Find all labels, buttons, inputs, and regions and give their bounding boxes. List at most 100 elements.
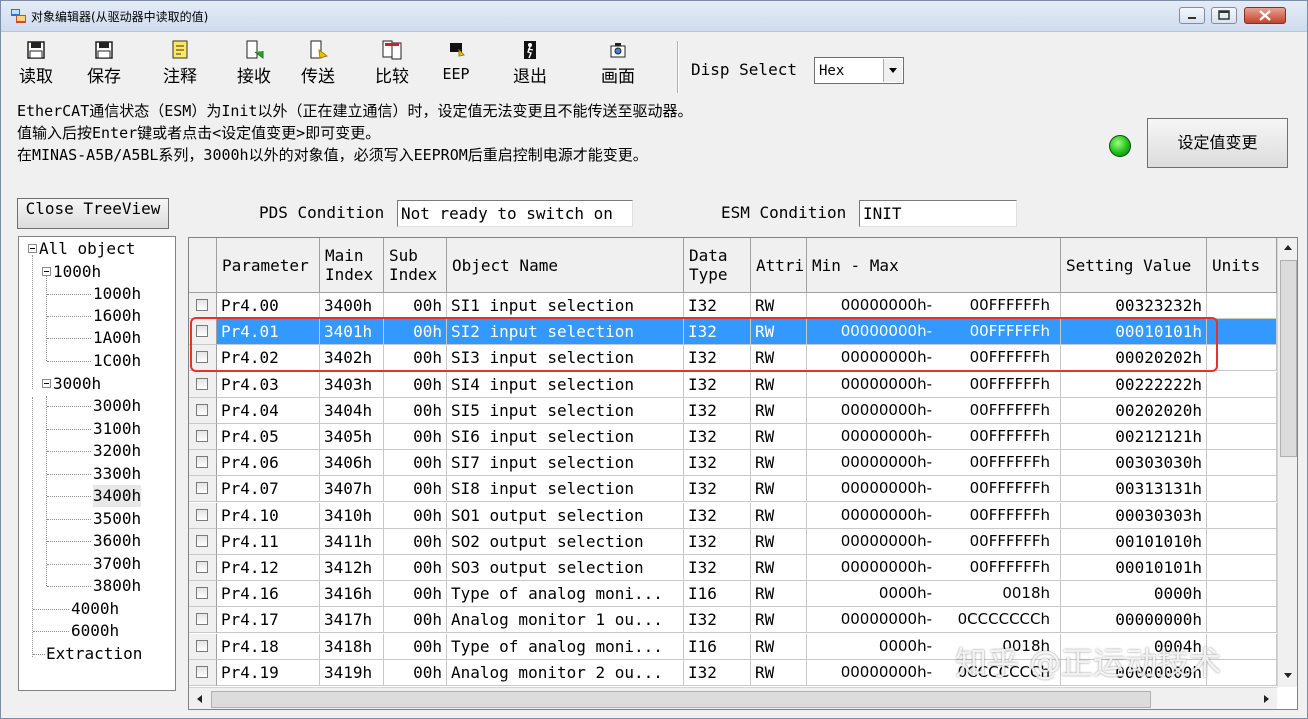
horizontal-scroll-thumb[interactable] (211, 691, 1151, 708)
tree-node-3100h[interactable]: 3100h (93, 418, 141, 440)
row-checkbox[interactable] (196, 403, 208, 416)
table-row[interactable]: Pr4.16 3416h 00h Type of analog moni... I16 R… (189, 581, 1277, 608)
vertical-scroll-thumb[interactable] (1280, 260, 1297, 457)
screen-button[interactable]: 画面 (597, 36, 639, 92)
row-checkbox[interactable] (196, 430, 208, 442)
tree-node-3000h-child[interactable]: 3000h (93, 395, 141, 417)
close-button[interactable] (1244, 7, 1286, 24)
cell-setting-value[interactable]: 00101010h (1061, 528, 1207, 555)
send-button[interactable]: 传送 (297, 36, 339, 92)
save-button[interactable]: 保存 (83, 36, 125, 92)
tree-node-1600h[interactable]: 1600h (93, 305, 141, 327)
table-row[interactable]: Pr4.10 3410h 00h SO1 output selection I32 RW 0… (189, 502, 1277, 529)
table-row[interactable]: Pr4.11 3411h 00h SO2 output selection I32 RW 0… (189, 528, 1277, 555)
cell-setting-value[interactable]: 0000h (1061, 581, 1207, 608)
row-checkbox[interactable] (196, 639, 208, 652)
compare-button[interactable]: 比较 (371, 36, 413, 92)
row-checkbox[interactable] (196, 613, 208, 626)
row-checkbox[interactable] (196, 561, 208, 573)
table-row[interactable]: Pr4.06 3406h 00h SI7 input selection I32 RW 00… (189, 450, 1277, 477)
tree-node-all-object[interactable]: All object (39, 238, 135, 260)
header-min-max[interactable]: Min - Max (807, 238, 1061, 293)
table-row[interactable]: Pr4.05 3405h 00h SI6 input selection I32 RW 00… (189, 424, 1277, 450)
scroll-right-icon[interactable] (1257, 690, 1275, 708)
minimize-button[interactable] (1179, 7, 1205, 24)
tree-node-4000h[interactable]: 4000h (71, 598, 119, 620)
tree-node-3800h[interactable]: 3800h (93, 575, 141, 597)
scroll-up-icon[interactable] (1279, 239, 1297, 257)
header-units[interactable]: Units (1207, 238, 1277, 293)
cell-setting-value[interactable]: 00010101h (1061, 555, 1207, 581)
cell-setting-value[interactable]: 00030303h (1061, 502, 1207, 529)
cell-setting-value[interactable]: 00000000h (1061, 659, 1207, 686)
tree-node-3000h[interactable]: 3000h (53, 373, 101, 395)
table-row[interactable]: Pr4.03 3403h 00h SI4 input selection I32 RW 00… (189, 371, 1277, 398)
tree-node-6000h[interactable]: 6000h (71, 620, 119, 642)
table-row[interactable]: Pr4.07 3407h 00h SI8 input selection I32 RW 00… (189, 476, 1277, 503)
horizontal-scrollbar[interactable] (189, 687, 1277, 709)
collapse-all-object-icon[interactable] (28, 244, 37, 253)
collapse-1000h-icon[interactable] (42, 267, 51, 276)
row-checkbox[interactable] (196, 508, 208, 521)
header-parameter[interactable]: Parameter (217, 238, 320, 293)
tree-node-1c00h[interactable]: 1C00h (93, 350, 141, 372)
tree-node-3400h[interactable]: 3400h (93, 485, 142, 507)
cell-setting-value[interactable]: 00303030h (1061, 450, 1207, 477)
eep-button[interactable]: EEP (435, 36, 477, 92)
scroll-down-icon[interactable] (1279, 666, 1297, 684)
tree-node-3300h[interactable]: 3300h (93, 463, 141, 485)
collapse-3000h-icon[interactable] (42, 379, 51, 388)
tree-node-3200h[interactable]: 3200h (93, 440, 141, 462)
set-value-change-button[interactable]: 设定值变更 (1147, 118, 1288, 168)
tree-node-1000h-child[interactable]: 1000h (93, 283, 141, 305)
row-checkbox[interactable] (196, 325, 208, 338)
close-treeview-button[interactable]: Close TreeView (17, 198, 169, 229)
table-row[interactable]: Pr4.02 3402h 00h SI3 input selection I32 RW 00… (189, 345, 1277, 372)
table-row[interactable]: Pr4.19 3419h 00h Analog monitor 2 ou... I32 R… (189, 659, 1277, 686)
row-checkbox[interactable] (196, 534, 208, 547)
table-row[interactable]: Pr4.00 3400h 00h SI1 input selection I32 RW 00… (189, 293, 1277, 319)
tree-node-3600h[interactable]: 3600h (93, 530, 141, 552)
cell-setting-value[interactable]: 00313131h (1061, 476, 1207, 503)
comment-button[interactable]: 注释 (159, 36, 201, 92)
cell-setting-value[interactable]: 00202020h (1061, 397, 1207, 424)
row-checkbox[interactable] (196, 299, 208, 311)
header-sub-index[interactable]: Sub Index (384, 238, 447, 293)
scroll-left-icon[interactable] (191, 690, 209, 708)
row-checkbox[interactable] (196, 665, 208, 678)
tree-node-1a00h[interactable]: 1A00h (93, 327, 141, 349)
row-checkbox[interactable] (196, 377, 208, 390)
chevron-down-icon[interactable] (883, 59, 902, 82)
table-row[interactable]: Pr4.04 3404h 00h SI5 input selection I32 RW 00… (189, 397, 1277, 424)
table-row[interactable]: Pr4.01 3401h 00h SI2 input selection I32 RW 00… (189, 319, 1277, 346)
table-row[interactable]: Pr4.17 3417h 00h Analog monitor 1 ou... I32 R… (189, 607, 1277, 634)
row-checkbox[interactable] (196, 456, 208, 469)
header-main-index[interactable]: Main Index (320, 238, 384, 293)
receive-button[interactable]: 接收 (233, 36, 275, 92)
row-checkbox[interactable] (196, 587, 208, 600)
vertical-scrollbar[interactable] (1277, 238, 1297, 687)
disp-select-dropdown[interactable]: Hex (814, 57, 904, 84)
read-button[interactable]: 读取 (15, 36, 57, 92)
maximize-button[interactable] (1211, 7, 1237, 24)
table-row[interactable]: Pr4.12 3412h 00h SO3 output selection I32 RW 0… (189, 555, 1277, 581)
header-setting-value[interactable]: Setting Value (1061, 238, 1207, 293)
cell-setting-value[interactable]: 00010101h (1061, 319, 1207, 346)
cell-setting-value[interactable]: 00212121h (1061, 424, 1207, 450)
tree-node-3500h[interactable]: 3500h (93, 508, 141, 530)
header-attri[interactable]: Attri (751, 238, 807, 293)
row-checkbox[interactable] (196, 351, 208, 364)
cell-setting-value[interactable]: 00020202h (1061, 345, 1207, 372)
header-object-name[interactable]: Object Name (447, 238, 684, 293)
cell-setting-value[interactable]: 00222222h (1061, 371, 1207, 398)
cell-setting-value[interactable]: 00323232h (1061, 293, 1207, 319)
tree-node-1000h[interactable]: 1000h (53, 261, 101, 283)
cell-setting-value[interactable]: 0004h (1061, 633, 1207, 660)
tree-node-3700h[interactable]: 3700h (93, 553, 141, 575)
cell-setting-value[interactable]: 00000000h (1061, 607, 1207, 634)
header-data-type[interactable]: Data Type (684, 238, 751, 293)
tree-node-extraction[interactable]: Extraction (46, 643, 142, 665)
row-checkbox[interactable] (196, 482, 208, 495)
table-row[interactable]: Pr4.18 3418h 00h Type of analog moni... I16 R… (189, 633, 1277, 660)
exit-button[interactable]: 退出 (509, 36, 551, 92)
